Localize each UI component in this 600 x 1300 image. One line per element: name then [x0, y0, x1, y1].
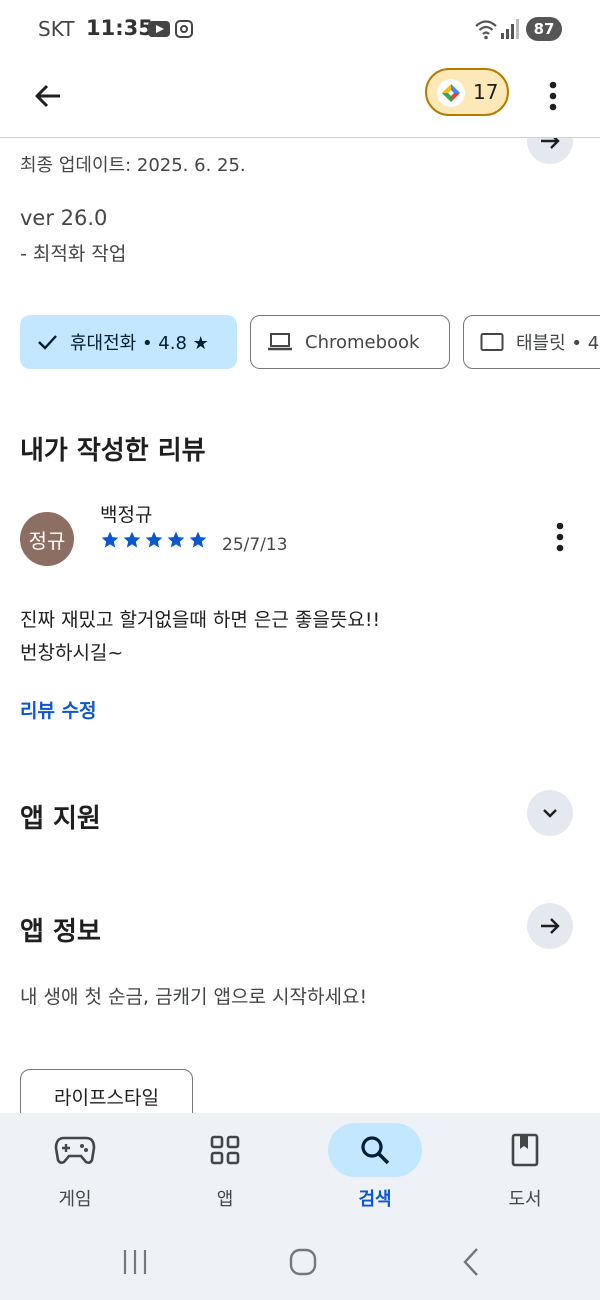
recents-icon: [123, 1250, 147, 1274]
app-description: 내 생애 첫 순금, 금캐기 앱으로 시작하세요!: [20, 986, 368, 1008]
change-note: - 최적화 작업: [20, 243, 127, 265]
nav-label: 도서: [508, 1189, 542, 1210]
battery-indicator: 87: [526, 17, 562, 41]
more-vert-icon: [556, 522, 564, 552]
nav-pill: [178, 1123, 272, 1177]
more-vert-icon: [549, 81, 557, 111]
bottom-navigation: 게임 앱 검색 도서: [0, 1113, 600, 1228]
system-back-button[interactable]: [447, 1242, 495, 1282]
device-chip-label: 휴대전화 • 4.8 ★: [70, 333, 209, 354]
star-icon: [189, 531, 207, 548]
nav-pill: [328, 1123, 422, 1177]
status-bar: SKT 11:35 87: [0, 0, 600, 60]
play-points-chip[interactable]: 17: [425, 68, 509, 116]
nav-label: 검색: [358, 1189, 392, 1210]
arrow-right-icon: [541, 918, 560, 934]
book-icon: [511, 1133, 539, 1167]
app-info-arrow-button[interactable]: [527, 903, 573, 949]
device-chip-label: Chromebook: [305, 331, 420, 353]
reviewer-name: 백정규: [100, 504, 153, 526]
carrier-label: SKT: [38, 17, 75, 41]
nav-pill: [28, 1123, 122, 1177]
app-support-heading: 앱 지원: [20, 804, 101, 834]
nav-item-apps[interactable]: 앱: [150, 1113, 300, 1228]
star-icon: [123, 531, 141, 548]
device-chip-tablet[interactable]: 태블릿 • 4: [463, 315, 600, 369]
device-chip-chromebook[interactable]: Chromebook: [250, 315, 450, 369]
star-icon: [167, 531, 185, 548]
gamepad-icon: [54, 1136, 96, 1164]
chevron-left-icon: [463, 1248, 478, 1276]
edit-review-link[interactable]: 리뷰 수정: [20, 696, 97, 723]
my-review-heading: 내가 작성한 리뷰: [20, 436, 206, 466]
chevron-down-icon: [543, 809, 557, 818]
recents-button[interactable]: [111, 1242, 159, 1282]
laptop-icon: [267, 331, 293, 353]
system-navigation-bar: [0, 1228, 600, 1300]
star-icon: [145, 531, 163, 548]
last-updated-date: 최종 업데이트: 2025. 6. 25.: [20, 155, 246, 176]
nav-item-search[interactable]: 검색: [300, 1113, 450, 1228]
play-points-icon: [437, 79, 465, 107]
review-date: 25/7/13: [222, 535, 288, 555]
device-chip-label: 태블릿 • 4: [516, 333, 600, 354]
star-icon: [101, 531, 119, 548]
tablet-icon: [480, 331, 504, 353]
home-button[interactable]: [279, 1242, 327, 1282]
version-text: ver 26.0: [20, 206, 108, 230]
signal-icon: [501, 19, 519, 39]
overflow-menu-button[interactable]: [540, 72, 566, 120]
apps-grid-icon: [210, 1135, 240, 1165]
search-icon: [361, 1136, 390, 1165]
instagram-notification-icon: [175, 20, 193, 38]
arrow-left-icon: [35, 84, 60, 108]
wifi-icon: [475, 20, 497, 40]
app-support-expand-button[interactable]: [527, 790, 573, 836]
youtube-notification-icon: [148, 21, 170, 37]
review-text: 진짜 재밌고 할거없을때 하면 은근 좋을뜻요!! 번창하시길~: [20, 609, 381, 664]
app-info-heading: 앱 정보: [20, 917, 101, 947]
nav-label: 앱: [216, 1189, 234, 1210]
app-bar: 17: [0, 60, 600, 138]
device-chip-phone[interactable]: 휴대전화 • 4.8 ★: [20, 315, 237, 369]
home-icon: [289, 1248, 317, 1276]
clock: 11:35: [86, 16, 153, 40]
nav-label: 게임: [58, 1189, 92, 1210]
star-rating: [100, 530, 208, 550]
nav-item-books[interactable]: 도서: [450, 1113, 600, 1228]
nav-item-games[interactable]: 게임: [0, 1113, 150, 1228]
back-button[interactable]: [24, 72, 72, 120]
review-overflow-button[interactable]: [546, 515, 574, 559]
play-points-value: 17: [473, 80, 499, 104]
check-icon: [36, 331, 58, 353]
avatar: 정규: [20, 512, 74, 566]
nav-pill: [478, 1123, 572, 1177]
